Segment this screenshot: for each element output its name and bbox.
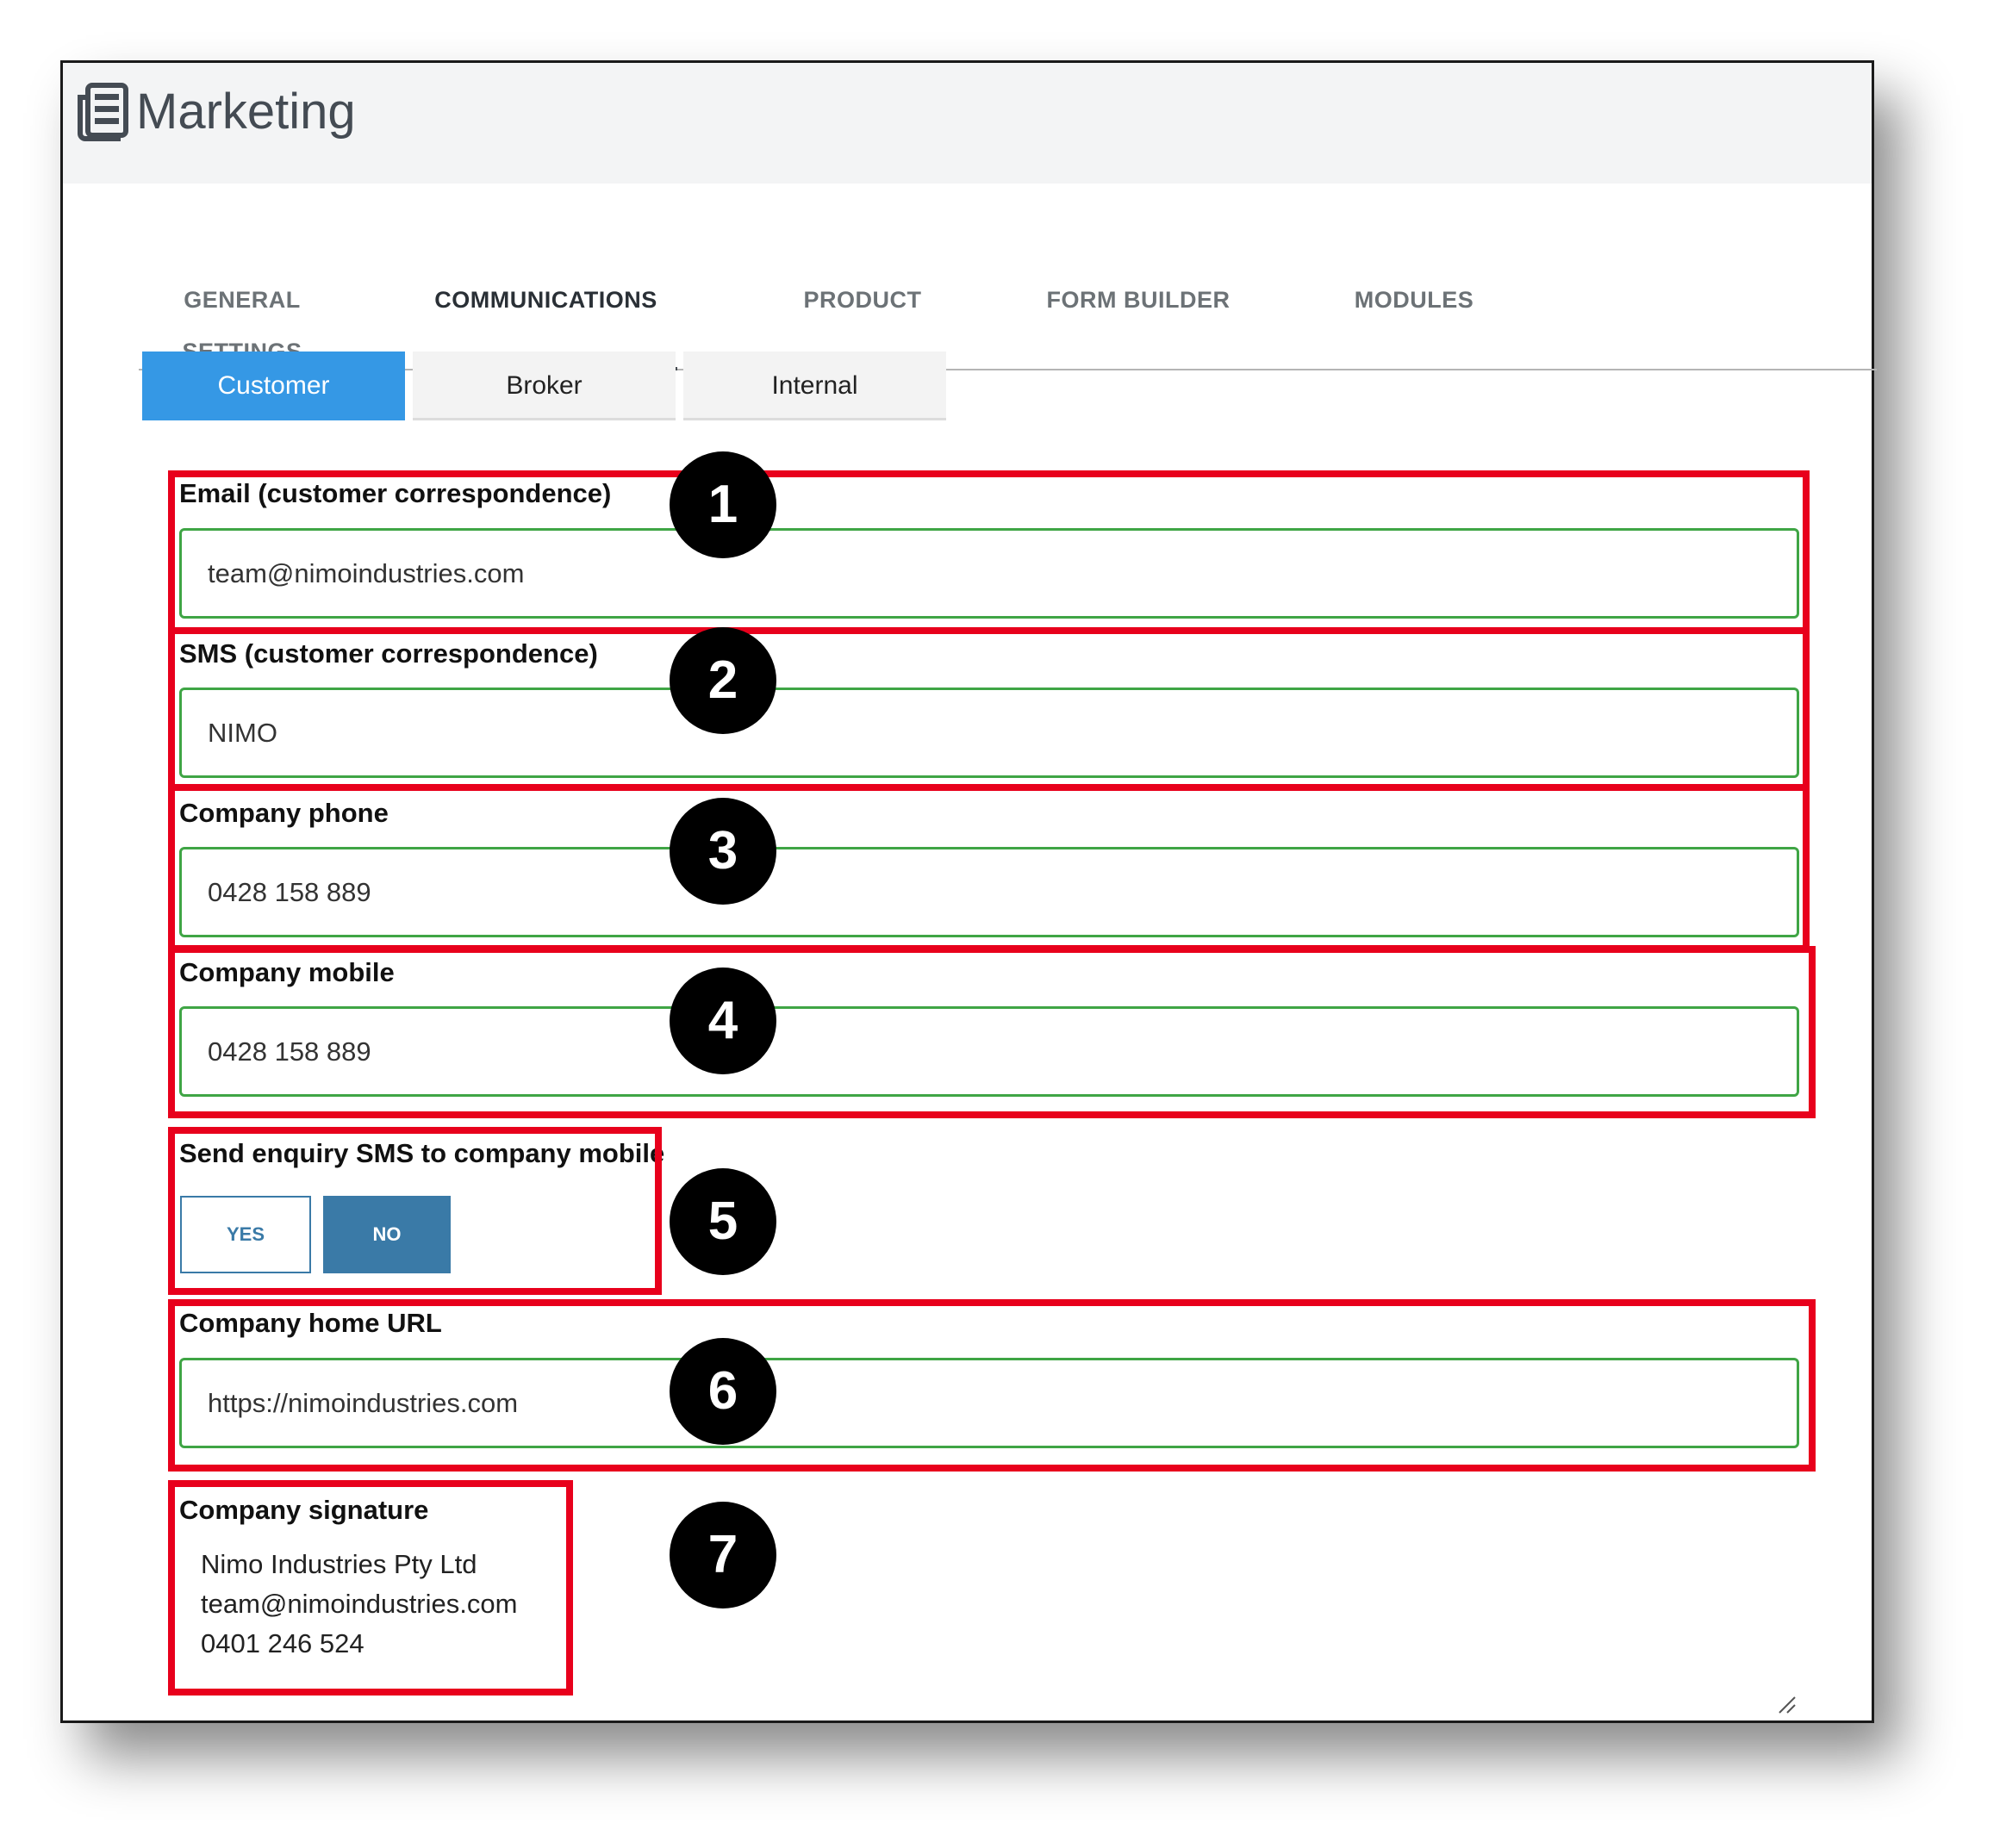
annotation-badge-4: 4: [670, 968, 776, 1074]
annotation-badge-1: 1: [670, 451, 776, 558]
tab-form-builder[interactable]: FORM BUILDER: [1009, 274, 1268, 369]
highlight-box-mobile: [168, 946, 1816, 1118]
annotation-badge-3: 3: [670, 798, 776, 905]
highlight-box-sms: [168, 627, 1810, 791]
subtab-broker[interactable]: Broker: [413, 352, 676, 420]
highlight-box-signature: [168, 1480, 573, 1696]
highlight-box-email: [168, 470, 1810, 634]
subtab-customer[interactable]: Customer: [142, 352, 405, 420]
app-window: Marketing GENERAL SETTINGS COMMUNICATION…: [60, 60, 1877, 1723]
page-title: Marketing: [136, 84, 356, 140]
annotation-badge-7: 7: [670, 1502, 776, 1608]
subtab-internal[interactable]: Internal: [683, 352, 946, 420]
annotation-badge-5: 5: [670, 1168, 776, 1275]
annotation-badge-2: 2: [670, 627, 776, 734]
highlight-box-send-sms: [168, 1127, 662, 1295]
newspaper-icon: [76, 82, 129, 142]
annotation-badge-6: 6: [670, 1338, 776, 1445]
resize-handle-icon[interactable]: [1778, 1696, 1797, 1714]
app-header: Marketing: [63, 63, 1872, 184]
tab-modules[interactable]: MODULES: [1293, 274, 1535, 369]
highlight-box-url: [168, 1299, 1816, 1472]
highlight-box-phone: [168, 784, 1810, 952]
